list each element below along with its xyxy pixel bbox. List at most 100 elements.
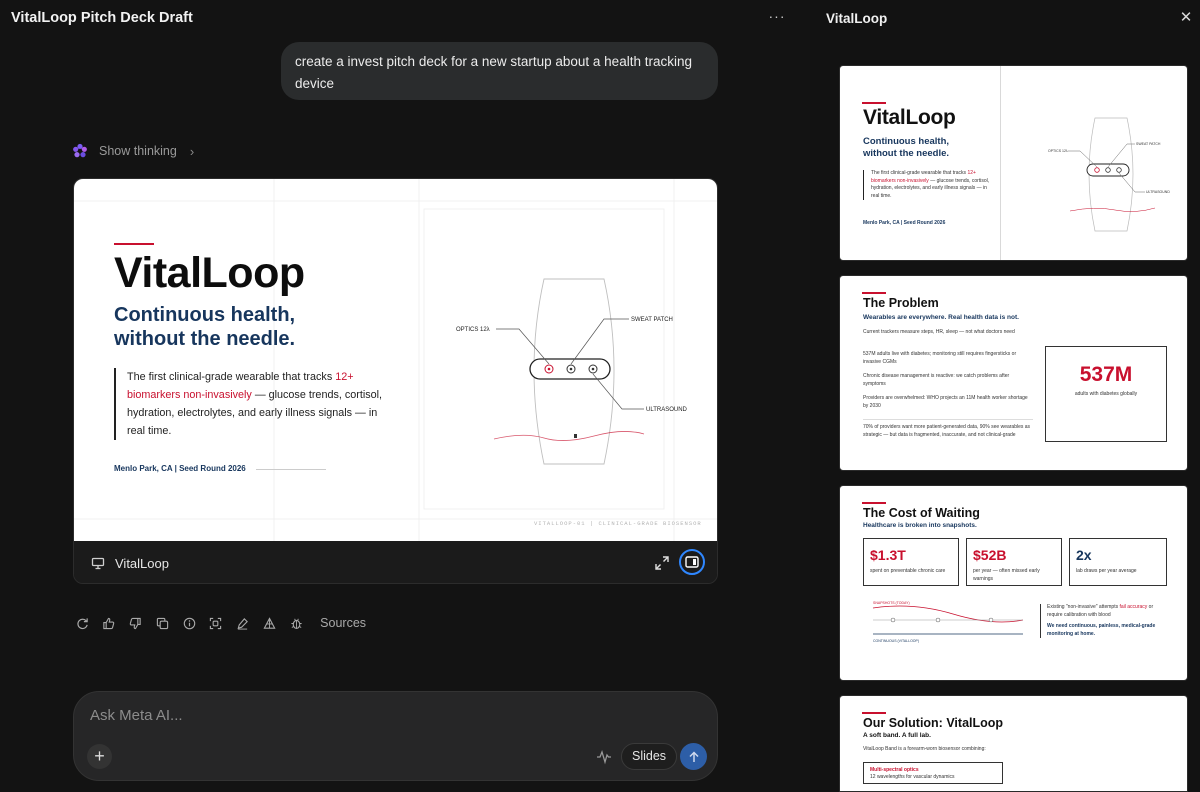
thumb-bullet-4: Providers are overwhelmed: WHO projects … (863, 395, 1028, 409)
thumb-footer: Menlo Park, CA | Seed Round 2026 (863, 220, 946, 226)
slide-tagline: VITALLOOP-01 | CLINICAL-GRADE BIOSENSOR (534, 520, 702, 527)
thumb-callout-optics: OPTICS 12λ (1048, 149, 1068, 153)
slide-accent-rule (114, 243, 154, 245)
open-side-panel-button[interactable] (679, 549, 705, 575)
thumb-stat-value: $52B (973, 547, 1007, 563)
thumb-accent-rule (862, 502, 886, 504)
thumb-callout-sweat: SWEAT PATCH (1136, 142, 1161, 146)
thumb-subtitle: Healthcare is broken into snapshots. (863, 522, 977, 529)
scan-icon[interactable] (207, 614, 225, 632)
thumb-stat-value: 2x (1076, 547, 1092, 563)
thumb-callout-ultrasound: ULTRASOUND (1146, 190, 1170, 194)
slide-thumbnail-1[interactable]: VitalLoop Continuous health, without the… (839, 65, 1188, 261)
chat-pane: VitalLoop Pitch Deck Draft ··· create a … (0, 0, 810, 792)
thumb-bullet-1: Current trackers measure steps, HR, slee… (863, 329, 1015, 335)
info-icon[interactable] (180, 614, 198, 632)
thumb-note: 70% of providers want more patient-gener… (863, 419, 1033, 439)
share-icon[interactable] (261, 614, 279, 632)
meta-ai-sparkle-icon (73, 143, 87, 158)
callout-sweat-patch: SWEAT PATCH (631, 317, 673, 323)
thumb-stat-label: spent on preventable chronic care (870, 568, 946, 574)
slide-body: The first clinical-grade wearable that t… (114, 368, 394, 440)
thumb-side-strong: We need continuous, painless, medical-gr… (1047, 623, 1156, 637)
show-thinking-label: Show thinking (99, 144, 177, 158)
add-attachment-button[interactable]: + (87, 744, 112, 769)
thumb-side-highlight: fail accuracy (1119, 604, 1148, 610)
callout-ultrasound: ULTRASOUND (646, 407, 688, 413)
wearable-band-diagram: OPTICS 12λ SWEAT PATCH ULTRASOUND (456, 278, 688, 465)
slide-thumbnail-3[interactable]: The Cost of Waiting Healthcare is broken… (839, 485, 1188, 681)
thumb-stat-card-1: $1.3T spent on preventable chronic care (863, 538, 959, 586)
thumb-bullet-2: 537M adults live with diabetes; monitori… (863, 351, 1017, 365)
thumb-title: The Problem (863, 296, 939, 310)
thumb-accent-rule (862, 712, 886, 714)
slide-thumbnail-2[interactable]: The Problem Wearables are everywhere. Re… (839, 275, 1188, 471)
thumb-feature-sub: 12 wavelengths for vascular dynamics (870, 774, 955, 780)
card-footer: VitalLoop (74, 541, 717, 583)
ask-input[interactable] (90, 707, 610, 724)
more-options-button[interactable]: ··· (766, 8, 788, 28)
sources-button[interactable]: Sources (320, 616, 366, 630)
thumb-subtitle: Continuous health, without the needle. (863, 136, 950, 159)
thumb-stat-value: $1.3T (870, 547, 906, 563)
thumb-title: VitalLoop (863, 106, 956, 129)
thumb-band-diagram: OPTICS 12λ SWEAT PATCH ULTRASOUND (1048, 117, 1170, 232)
conversation-title: VitalLoop Pitch Deck Draft (11, 10, 193, 26)
expand-icon[interactable] (654, 555, 670, 571)
slide-body-text: The first clinical-grade wearable that t… (127, 371, 336, 383)
slide-title: VitalLoop (114, 249, 305, 297)
thumb-bullet-3: Chronic disease management is reactive: … (863, 373, 1010, 387)
slide-preview[interactable]: VitalLoop Continuous health, without the… (74, 179, 717, 541)
voice-waveform-icon[interactable] (596, 749, 612, 765)
thumbs-up-icon[interactable] (100, 614, 118, 632)
slide-thumbnail-4[interactable]: Our Solution: VitalLoop A soft band. A f… (839, 695, 1188, 792)
thumb-chart-label-top: SNAPSHOTS (TODAY) (873, 601, 910, 605)
close-icon[interactable]: ✕ (1178, 10, 1194, 26)
show-thinking-toggle[interactable]: Show thinking › (72, 142, 194, 160)
card-name: VitalLoop (115, 555, 169, 571)
thumb-stat-label: per year — often missed early warnings (973, 568, 1040, 582)
slide-footer: Menlo Park, CA | Seed Round 2026 (114, 464, 246, 473)
user-message: create a invest pitch deck for a new sta… (281, 42, 718, 100)
thumb-subtitle: Wearables are everywhere. Real health da… (863, 314, 1019, 321)
slide-footer-rule (256, 469, 326, 470)
message-actions: Sources (73, 614, 366, 632)
thumb-stat-card-2: $52B per year — often missed early warni… (966, 538, 1062, 586)
thumb-accent-rule (862, 102, 886, 104)
thumb-accent-rule (862, 292, 886, 294)
thumb-chart-label-bottom: CONTINUOUS (VITALLOOP) (873, 639, 919, 643)
thumb-title: Our Solution: VitalLoop (863, 716, 1004, 730)
edit-icon[interactable] (234, 614, 252, 632)
thumb-stat-label: adults with diabetes globally (1074, 391, 1138, 397)
send-button[interactable] (680, 743, 707, 770)
thumb-stat-card-3: 2x lab draws per year average (1069, 538, 1167, 586)
arrow-up-icon (688, 750, 699, 762)
chevron-right-icon: › (189, 143, 195, 159)
thumb-subtitle: A soft band. A full lab. (863, 732, 931, 739)
presentation-icon (91, 557, 105, 570)
thumb-side-text: Existing "non-invasive" attempts fail ac… (1040, 604, 1168, 638)
slide-preview-card[interactable]: VitalLoop Continuous health, without the… (73, 178, 718, 584)
side-panel-title: VitalLoop (826, 11, 888, 26)
thumb-title: The Cost of Waiting (863, 506, 980, 520)
thumb-divider (1000, 66, 1001, 260)
thumb-feature-box: Multi-spectral optics 12 wavelengths for… (863, 762, 1003, 784)
thumb-body-text: The first clinical-grade wearable that t… (871, 170, 968, 176)
slide-subtitle: Continuous health, without the needle. (114, 304, 296, 350)
slides-mode-chip[interactable]: Slides (621, 743, 678, 770)
thumb-snapshot-chart: SNAPSHOTS (TODAY) CONTINUOUS (VITALLOOP) (872, 601, 1024, 643)
thumb-stat-label: lab draws per year average (1076, 568, 1137, 574)
side-panel-icon (685, 556, 699, 568)
thumb-stat-box: 537M adults with diabetes globally (1045, 346, 1167, 442)
copy-icon[interactable] (153, 614, 171, 632)
thumbs-down-icon[interactable] (127, 614, 145, 632)
regenerate-icon[interactable] (73, 614, 91, 632)
thumb-side-text-start: Existing "non-invasive" attempts (1047, 604, 1120, 610)
thumb-body: The first clinical-grade wearable that t… (863, 170, 991, 200)
thumb-body: VitalLoop Band is a forearm-worn biosens… (863, 746, 986, 752)
composer: + Slides (73, 691, 718, 781)
thumb-stat-value: 537M (1079, 363, 1133, 386)
slides-side-panel: VitalLoop ✕ VitalLoop Continuous health,… (810, 0, 1200, 792)
callout-optics: OPTICS 12λ (456, 327, 490, 333)
bug-icon[interactable] (287, 614, 305, 632)
